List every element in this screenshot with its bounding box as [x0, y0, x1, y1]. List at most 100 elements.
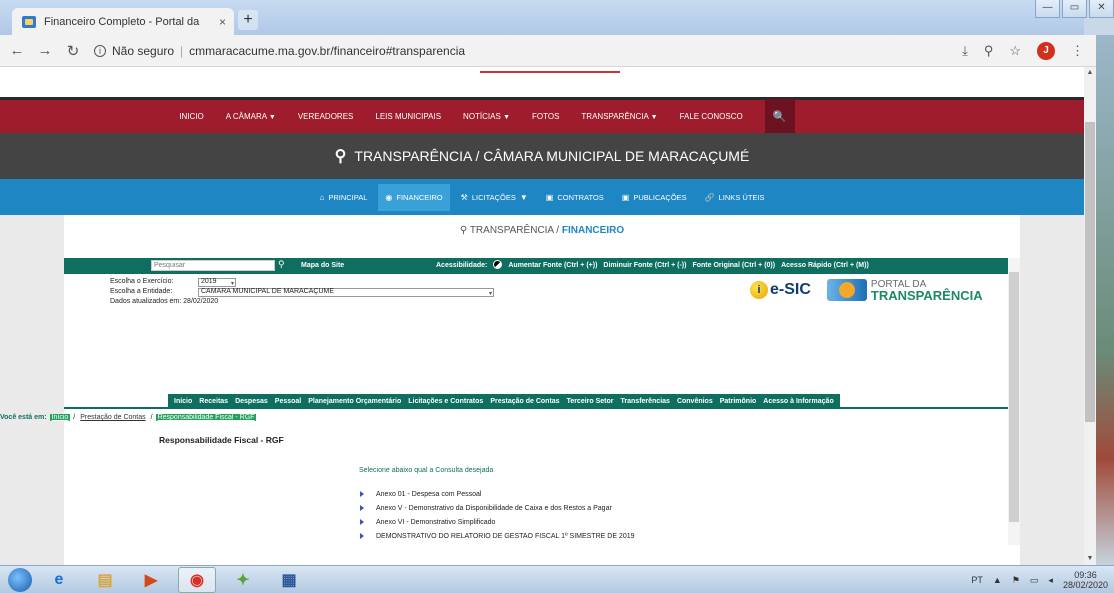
increase-font-link[interactable]: Aumentar Fonte (Ctrl + (+)): [508, 262, 597, 269]
entity-select[interactable]: CAMARA MUNICIPAL DE MARACAÇUME ▾: [198, 287, 494, 297]
subnav-publicacoes[interactable]: ▣ PUBLICAÇÕES: [615, 184, 694, 211]
site-map-link[interactable]: Mapa do Site: [301, 262, 344, 269]
list-item[interactable]: DEMONSTRATIVO DO RELATORIO DE GESTAO FIS…: [360, 529, 635, 543]
volume-icon[interactable]: ◂: [1048, 575, 1053, 586]
original-font-link[interactable]: Fonte Original (Ctrl + (0)): [692, 262, 775, 269]
menu-acesso-informacao[interactable]: Acesso à Informação: [763, 398, 833, 405]
menu-prestacao[interactable]: Prestação de Contas: [490, 398, 559, 405]
info-icon[interactable]: i: [94, 44, 106, 57]
app-icon[interactable]: ✦: [224, 567, 262, 593]
portal-transparencia-logo[interactable]: PORTAL DA TRANSPARÊNCIA: [826, 279, 983, 302]
favicon-icon: [22, 15, 36, 28]
list-item[interactable]: Anexo 01 - Despesa com Pessoal: [360, 487, 635, 501]
breadcrumb-inicio[interactable]: Início: [49, 414, 71, 421]
nav-vereadores[interactable]: VEREADORES: [298, 112, 354, 121]
panel-scrollbar-thumb[interactable]: [1009, 272, 1019, 522]
menu-inicio[interactable]: Início: [174, 398, 192, 405]
clock[interactable]: 09:36 28/02/2020: [1063, 570, 1108, 590]
minimize-button[interactable]: —: [1035, 0, 1060, 18]
list-item[interactable]: Anexo V - Demonstrativo da Disponibilida…: [360, 501, 635, 515]
chrome-icon[interactable]: ◉: [178, 566, 216, 593]
reload-icon[interactable]: ↻: [62, 42, 84, 60]
menu-patrimonio[interactable]: Patrimônio: [720, 398, 757, 405]
report-link[interactable]: Anexo VI - Demonstrativo Simplificado: [376, 519, 495, 526]
menu-transferencias[interactable]: Transferências: [621, 398, 670, 405]
media-player-icon[interactable]: ▶: [132, 567, 170, 593]
browser-tab[interactable]: Financeiro Completo - Portal da ×: [12, 8, 234, 35]
year-label: Escolha o Exercício:: [110, 278, 174, 285]
breadcrumb-prestacao[interactable]: Prestação de Contas: [78, 414, 147, 421]
nav-leis[interactable]: LEIS MUNICIPAIS: [375, 112, 441, 121]
tray-arrow-icon[interactable]: ▲: [993, 575, 1002, 585]
new-tab-button[interactable]: +: [238, 10, 258, 30]
menu-licitacoes[interactable]: Licitações e Contratos: [408, 398, 483, 405]
decrease-font-link[interactable]: Diminuir Fonte (Ctrl + (-)): [603, 262, 686, 269]
breadcrumb-label: Você está em:: [0, 414, 47, 421]
menu-convenios[interactable]: Convênios: [677, 398, 713, 405]
taskbar: e ▤ ▶ ◉ ✦ ▦ PT ▲ ⚑ ▭ ◂ 09:36 28/02/2020: [0, 565, 1114, 593]
search-icon[interactable]: ⚲: [278, 259, 285, 270]
portal-search-input[interactable]: [151, 260, 275, 271]
bookmark-star-icon[interactable]: ☆: [1009, 43, 1021, 59]
menu-receitas[interactable]: Receitas: [199, 398, 228, 405]
menu-planejamento[interactable]: Planejamento Orçamentário: [308, 398, 401, 405]
subnav-links[interactable]: 🔗 LINKS ÚTEIS: [698, 184, 772, 211]
language-indicator[interactable]: PT: [971, 575, 983, 585]
subnav-contratos-label: CONTRATOS: [557, 192, 604, 202]
nav-search-icon[interactable]: 🔍: [764, 98, 795, 135]
network-icon[interactable]: ▭: [1030, 575, 1039, 586]
menu-terceiro-setor[interactable]: Terceiro Setor: [567, 398, 614, 405]
subnav-licitacoes[interactable]: ⚒ LICITAÇÕES ▼: [454, 184, 535, 211]
flag-icon[interactable]: ⚑: [1012, 575, 1020, 586]
maximize-button[interactable]: ▭: [1062, 0, 1087, 18]
contrast-icon[interactable]: [493, 260, 503, 269]
scroll-up-icon[interactable]: ▲: [1084, 67, 1096, 79]
scroll-down-icon[interactable]: ▼: [1084, 553, 1096, 565]
subnav-principal[interactable]: ⌂ PRINCIPAL: [313, 184, 375, 211]
start-button[interactable]: [8, 567, 32, 592]
tab-title: Financeiro Completo - Portal da: [44, 15, 200, 28]
menu-pessoal[interactable]: Pessoal: [275, 398, 301, 405]
nav-a-camara[interactable]: A CÂMARA ▼: [226, 112, 276, 121]
url-text[interactable]: cmmaracacume.ma.gov.br/financeiro#transp…: [189, 44, 465, 58]
subnav-financeiro[interactable]: ◉ FINANCEIRO: [378, 183, 450, 211]
year-select[interactable]: 2019 ▾: [198, 277, 236, 287]
year-value: 2019: [201, 278, 217, 285]
page-scrollbar-thumb[interactable]: [1085, 122, 1095, 422]
page-viewport: INICIO A CÂMARA ▼ VEREADORES LEIS MUNICI…: [0, 67, 1084, 565]
report-link[interactable]: DEMONSTRATIVO DO RELATORIO DE GESTAO FIS…: [376, 533, 635, 540]
close-window-button[interactable]: ✕: [1089, 0, 1114, 18]
report-link[interactable]: Anexo V - Demonstrativo da Disponibilida…: [376, 505, 612, 512]
subnav-contratos[interactable]: ▣ CONTRATOS: [539, 184, 611, 211]
page-scrollbar[interactable]: ▲ ▼: [1084, 67, 1096, 565]
forward-icon[interactable]: →: [34, 42, 56, 59]
esic-logo[interactable]: i e-SIC: [750, 281, 811, 299]
tab-close-icon[interactable]: ×: [219, 15, 226, 29]
nav-noticias[interactable]: NOTÍCIAS ▼: [463, 112, 510, 121]
portal-text: PORTAL DA TRANSPARÊNCIA: [871, 279, 983, 302]
chevron-down-icon: ▼: [268, 114, 276, 121]
url-bar[interactable]: i Não seguro | cmmaracacume.ma.gov.br/fi…: [94, 39, 954, 63]
back-icon[interactable]: ←: [6, 42, 28, 59]
report-link[interactable]: Anexo 01 - Despesa com Pessoal: [376, 491, 481, 498]
nav-fale-conosco[interactable]: FALE CONOSCO: [680, 112, 743, 121]
explorer-folder-icon[interactable]: ▤: [86, 567, 124, 593]
section-heading-current: FINANCEIRO: [561, 225, 625, 236]
zoom-icon[interactable]: ⚲: [984, 43, 994, 59]
page-title: Responsabilidade Fiscal - RGF: [159, 435, 284, 445]
nav-transparencia[interactable]: TRANSPARÊNCIA ▼: [581, 112, 657, 121]
list-item[interactable]: Anexo VI - Demonstrativo Simplificado: [360, 515, 635, 529]
quick-access-link[interactable]: Acesso Rápido (Ctrl + (M)): [781, 262, 869, 269]
document-icon[interactable]: ▦: [270, 567, 308, 593]
menu-despesas[interactable]: Despesas: [235, 398, 268, 405]
menu-dots-icon[interactable]: ⋮: [1071, 43, 1084, 59]
breadcrumb-current[interactable]: Responsabilidade Fiscal - RGF: [155, 414, 257, 421]
filters: Escolha o Exercício: 2019 ▾ Escolha a Ent…: [110, 277, 494, 307]
portal-menu: Início Receitas Despesas Pessoal Planeja…: [168, 394, 840, 408]
ie-icon[interactable]: e: [40, 567, 78, 593]
panel-scrollbar[interactable]: [1008, 258, 1020, 545]
install-icon[interactable]: ⤓: [962, 43, 968, 59]
nav-fotos[interactable]: FOTOS: [532, 112, 559, 121]
profile-avatar[interactable]: J: [1037, 41, 1055, 60]
nav-inicio[interactable]: INICIO: [179, 112, 203, 121]
